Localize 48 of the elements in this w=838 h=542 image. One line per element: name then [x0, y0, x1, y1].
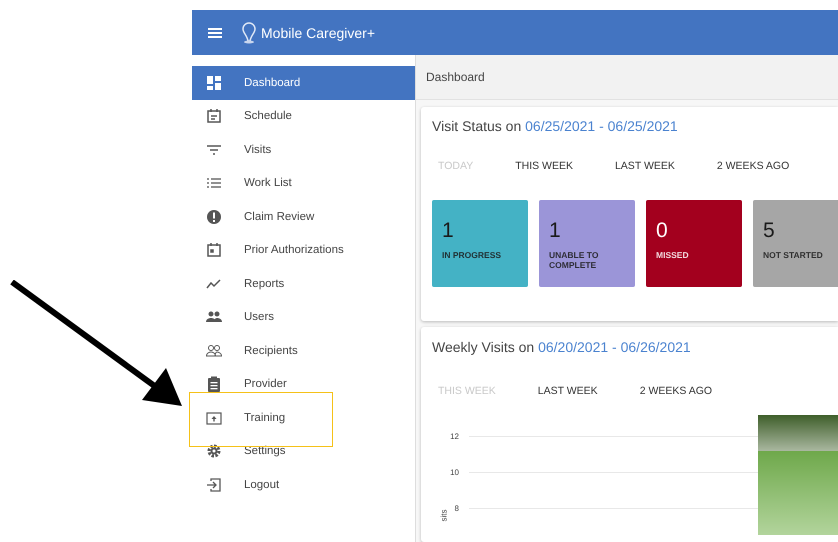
period-tab[interactable]: LAST WEEK	[608, 156, 675, 176]
gear-icon	[206, 443, 222, 460]
sidebar-item[interactable]: Logout	[192, 468, 415, 502]
clipboard-icon	[206, 376, 222, 392]
page-title: Dashboard	[426, 70, 485, 84]
status-tile[interactable]: 1 IN PROGRESS	[432, 200, 528, 287]
sidebar-item[interactable]: Reports	[192, 267, 415, 300]
sidebar-item[interactable]: Recipients	[192, 334, 415, 368]
sidebar-item[interactable]: Users	[192, 300, 415, 334]
people-icon	[206, 342, 222, 359]
axis-tick: 10	[449, 468, 460, 477]
sidebar-item[interactable]: Schedule	[192, 100, 415, 133]
tile-count: 5	[763, 220, 776, 242]
status-tile[interactable]: 1 UNABLE TO COMPLETE	[539, 200, 635, 287]
sidebar-item[interactable]: Training	[192, 401, 415, 434]
sidebar-item[interactable]: Visits	[192, 133, 415, 166]
tile-label: NOT STARTED	[763, 250, 824, 260]
tile-count: 0	[656, 220, 669, 242]
axis-tick: 12	[449, 432, 460, 441]
period-tab[interactable]: THIS WEEK	[509, 156, 573, 176]
sidebar-item[interactable]: Claim Review	[192, 200, 415, 234]
menu-icon[interactable]	[208, 26, 222, 38]
sidebar-item[interactable]: Settings	[192, 434, 415, 468]
period-tab[interactable]: 2 WEEKS AGO	[710, 156, 790, 176]
logo-icon	[242, 22, 256, 44]
calendar-icon	[206, 108, 222, 124]
app-title: Mobile Caregiver+	[261, 24, 375, 40]
tile-label: IN PROGRESS	[442, 250, 502, 260]
tile-label: MISSED	[656, 250, 690, 260]
tile-label: UNABLE TO COMPLETE	[549, 250, 600, 270]
status-tile[interactable]: 5 NOT STARTED	[753, 200, 838, 287]
logout-icon	[206, 476, 222, 493]
tile-count: 1	[549, 220, 562, 242]
sidebar-item[interactable]: Prior Authorizations	[192, 234, 415, 267]
calendar-icon	[206, 242, 222, 258]
card-title: Weekly Visits on 06/20/2021 - 06/26/2021	[432, 339, 692, 355]
status-tile[interactable]: 0 MISSED	[646, 200, 742, 287]
tile-count: 1	[442, 220, 455, 242]
period-tab[interactable]: LAST WEEK	[532, 381, 598, 401]
dashboard-icon	[206, 74, 222, 91]
upload-icon	[206, 410, 222, 426]
sidebar-item[interactable]: Provider	[192, 368, 415, 401]
period-tab[interactable]: 2 WEEKS AGO	[634, 381, 712, 401]
axis-label: sits	[440, 510, 448, 522]
sidebar-item[interactable]: Work List	[192, 166, 415, 200]
card-title: Visit Status on 06/25/2021 - 06/25/2021	[432, 118, 679, 134]
alert-icon	[206, 208, 222, 225]
sidebar-item[interactable]: Dashboard	[192, 66, 415, 100]
